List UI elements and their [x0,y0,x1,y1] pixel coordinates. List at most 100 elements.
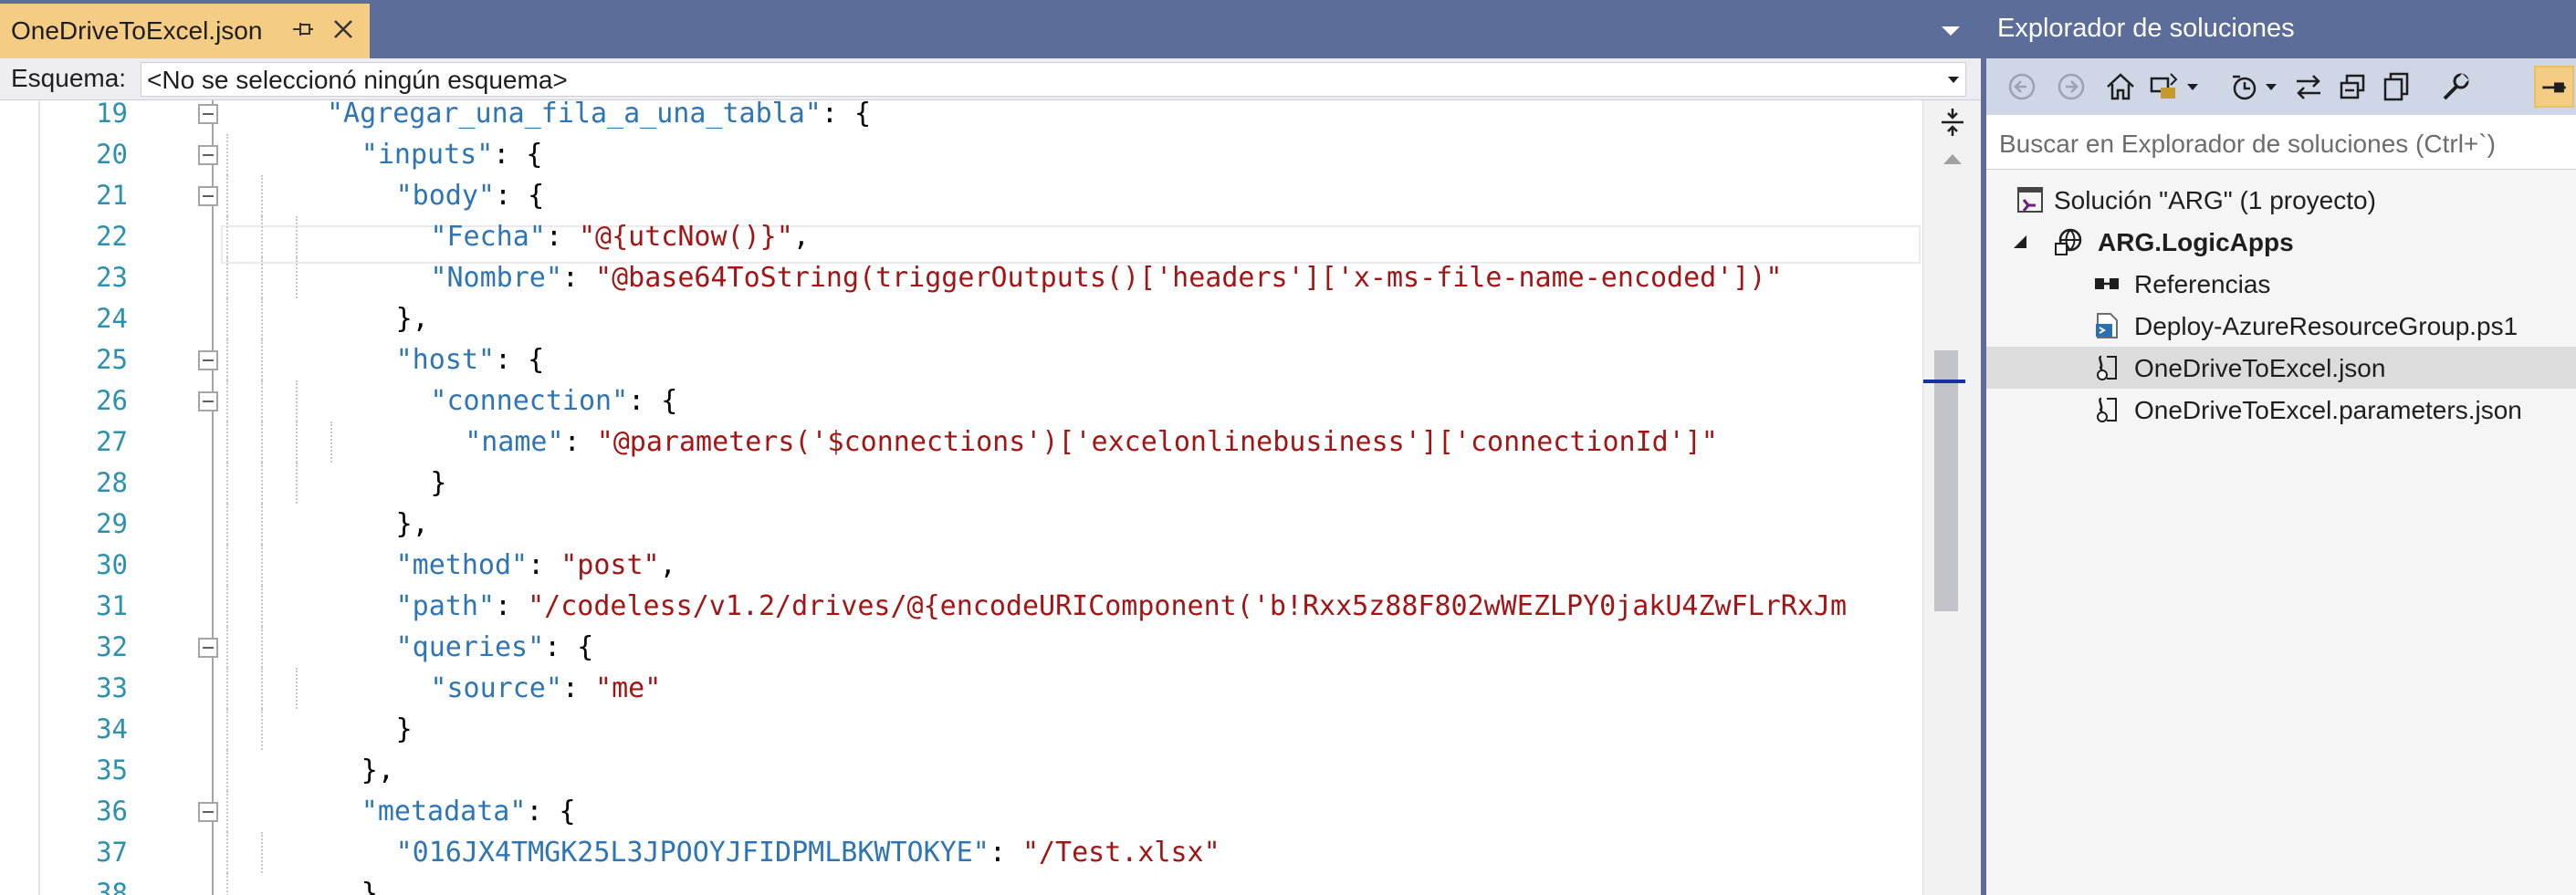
collapse-region-icon[interactable] [198,186,218,206]
indent-guide [226,298,228,339]
editor-tab-bar: OneDriveToExcel.json [0,0,1981,58]
code-line: 29}, [0,504,1922,545]
line-number: 20 [96,139,128,170]
json-punctuation: }, [395,303,429,335]
home-icon[interactable] [2103,69,2138,104]
indent-guide [296,257,298,298]
json-punctuation: } [430,467,447,499]
expanded-triangle-icon[interactable] [2012,234,2028,250]
code-line: 31 "path": "/codeless/v1.2/drives/@{encod… [0,586,1922,627]
tree-item-label: Solución "ARG" (1 proyecto) [2054,186,2376,214]
pending-changes-icon[interactable] [2227,69,2262,104]
code-text-area[interactable]: 19 "Agregar_una_fila_a_una_tabla" : { 20 "in… [0,100,1922,895]
code-text: } [396,713,413,745]
indent-guide [226,175,228,216]
code-text: "source": "me" [430,672,661,704]
tab-overflow-dropdown-icon[interactable] [1939,22,1963,40]
json-string: "@{utcNow()}" [578,221,793,253]
line-number: 36 [96,796,128,827]
schema-label: Esquema: [11,64,127,92]
collapse-region-icon[interactable] [198,350,218,370]
properties-wrench-icon[interactable] [2437,69,2472,104]
line-number: 37 [96,837,128,868]
sync-icon[interactable] [2291,69,2326,104]
indent-guide [261,421,263,463]
json-punctuation: : [563,426,597,458]
code-line: 36 "metadata": { [0,791,1922,832]
scroll-up-arrow-icon[interactable] [1942,151,1963,166]
code-text: "Nombre": "@base64ToString(triggerOutput… [430,262,1782,294]
tree-item-deploy-ps1[interactable]: Deploy-AzureResourceGroup.ps1 [1986,305,2576,347]
indent-guide [226,216,228,257]
back-icon[interactable] [2005,69,2039,104]
tree-item-project[interactable]: ARG.LogicApps [1986,221,2576,263]
line-number: 21 [96,180,128,211]
schema-select[interactable]: <No se seleccionó ningún esquema> [141,62,1966,97]
code-line: 20 "inputs": { [0,134,1922,175]
code-text: "016JX4TMGK25L3JPOOYJFIDPMLBKWTOKYE": "/… [396,837,1220,869]
solution-explorer-search-input[interactable]: Buscar en Explorador de soluciones (Ctrl… [1986,115,2576,170]
json-string: "post" [560,549,660,581]
pin-icon[interactable] [289,16,317,43]
tab-onedrivetoexcel-json[interactable]: OneDriveToExcel.json [0,4,370,58]
vertical-scrollbar[interactable] [1922,100,1981,895]
collapse-region-icon[interactable] [198,104,218,124]
code-line: 28} [0,463,1922,504]
json-key: "016JX4TMGK25L3JPOOYJFIDPMLBKWTOKYE" [395,837,990,869]
line-number: 26 [96,385,128,416]
code-text: "name": "@parameters('$connections')['ex… [465,426,1718,458]
line-number: 33 [96,672,128,703]
json-punctuation: } [395,713,413,745]
collapse-region-icon[interactable] [198,638,218,658]
code-line: 24}, [0,298,1922,339]
json-key: "Agregar_una_fila_a_una_tabla" [327,100,822,130]
dropdown-arrow-icon[interactable] [2183,69,2202,104]
tree-item-references[interactable]: Referencias [1986,263,2576,305]
dropdown-arrow-icon[interactable] [2262,69,2280,104]
caret-position-marker [1923,380,1965,383]
code-text: }, [361,878,394,895]
indent-guide [261,668,263,709]
collapse-region-icon[interactable] [198,145,218,165]
preview-selected-icon[interactable] [2534,66,2574,108]
code-editor: OneDriveToExcel.json Esquema: <No se sel… [0,0,1981,895]
indent-guide [261,463,263,504]
collapse-region-icon[interactable] [198,802,218,822]
tree-item-label: OneDriveToExcel.json [2134,354,2386,382]
json-punctuation: : { [494,344,545,376]
close-icon[interactable] [329,15,358,44]
tree-item-solution[interactable]: Solución "ARG" (1 proyecto) [1986,179,2576,221]
line-number: 38 [96,878,128,895]
json-punctuation: , [792,221,810,253]
json-punctuation: : { [494,180,545,212]
scroll-thumb[interactable] [1934,350,1958,611]
line-number: 19 [96,100,128,129]
split-window-icon[interactable] [1936,106,1969,139]
indent-guide [226,134,228,175]
code-line: 33 "source": "me" [0,668,1922,709]
collapse-all-icon[interactable] [2335,69,2370,104]
tree-item-label: Deploy-AzureResourceGroup.ps1 [2134,312,2518,340]
code-text: "metadata": { [361,796,576,827]
json-punctuation: }, [361,878,394,895]
json-string: "/codeless/v1.2/drives/@{encodeURICompon… [528,590,1848,622]
tree-item-label: OneDriveToExcel.parameters.json [2134,396,2522,424]
show-all-files-icon[interactable] [2379,69,2414,104]
line-number: 31 [96,590,128,621]
tree-item-onedrivetoexcel-parameters-json[interactable]: OneDriveToExcel.parameters.json [1986,389,2576,431]
switch-views-icon[interactable] [2147,69,2182,104]
code-text: }, [396,508,429,540]
code-text: "path": "/codeless/v1.2/drives/@{encodeU… [396,590,1847,622]
code-text: "inputs": { [361,139,543,171]
collapse-region-icon[interactable] [198,391,218,411]
solution-explorer-title-bar: Explorador de soluciones [1986,0,2576,58]
indent-guide [226,380,228,421]
code-text: }, [396,303,429,335]
tree-item-onedrivetoexcel-json[interactable]: OneDriveToExcel.json [1986,347,2576,389]
indent-guide [261,175,263,216]
json-key: "connection" [430,385,629,417]
code-line: 30 "method": "post", [0,545,1922,586]
json-punctuation: : { [628,385,678,417]
forward-icon[interactable] [2054,69,2089,104]
line-number: 23 [96,262,128,293]
